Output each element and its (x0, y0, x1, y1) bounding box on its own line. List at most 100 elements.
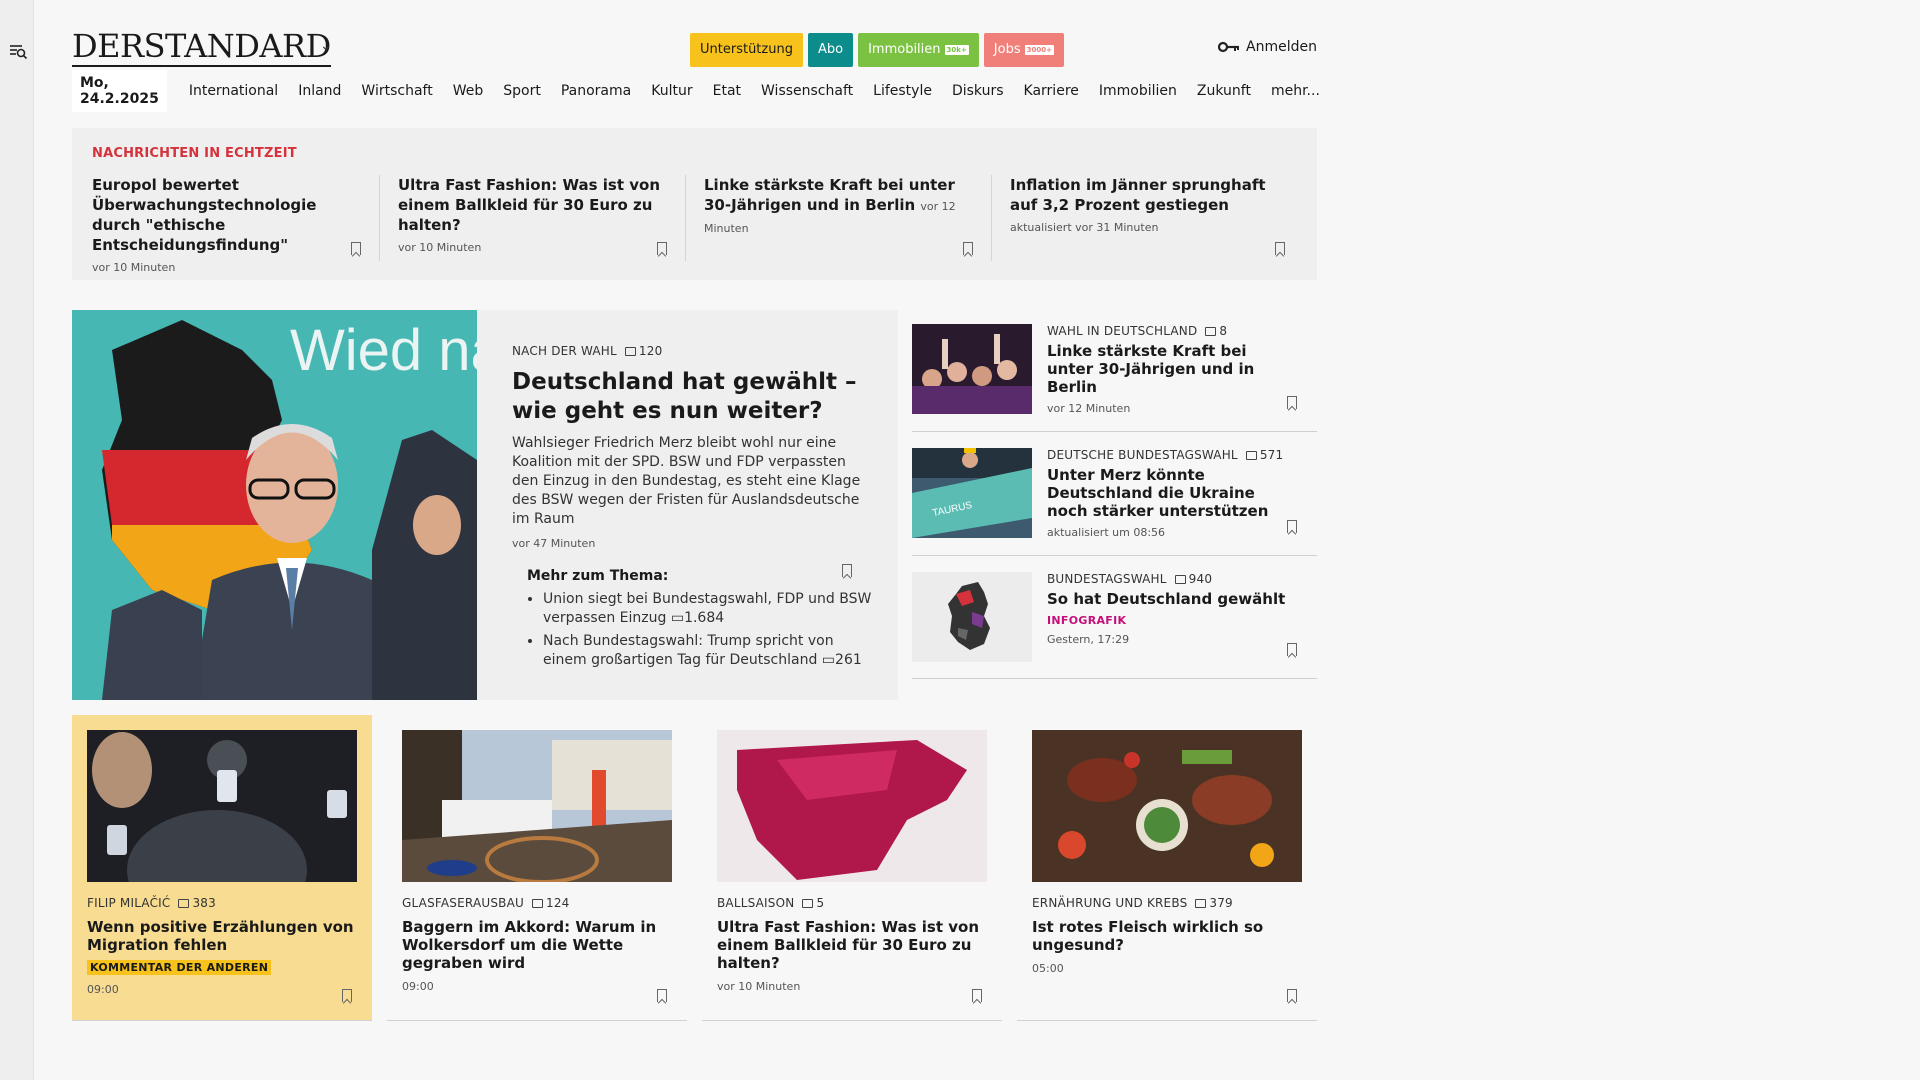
bookmark-icon[interactable] (1275, 242, 1285, 255)
nav-item-wirtschaft[interactable]: Wirtschaft (351, 83, 442, 99)
card-title[interactable]: Baggern im Akkord: Warum in Wolkersdorf … (402, 918, 672, 972)
side-time: vor 12 Minuten (1047, 402, 1131, 415)
ticker-title[interactable]: Inflation im Jänner sprunghaft auf 3,2 P… (1010, 175, 1279, 215)
side-article-image[interactable]: TAURUS (912, 448, 1032, 538)
card-image[interactable] (87, 730, 357, 882)
side-article-image[interactable] (912, 324, 1032, 414)
comment-count[interactable]: ▭261 (822, 652, 862, 668)
immobilien-button[interactable]: Immobilien 30k+ (858, 33, 979, 67)
ticker-item[interactable]: Inflation im Jänner sprunghaft auf 3,2 P… (991, 175, 1297, 261)
ticker-title[interactable]: Europol bewertet Überwachungstechnologie… (92, 175, 361, 255)
nav-item-panorama[interactable]: Panorama (551, 83, 641, 99)
card-kicker-label[interactable]: BALLSAISON (717, 896, 794, 910)
ticker-title-with-time[interactable]: Linke stärkste Kraft bei unter 30-Jährig… (704, 175, 973, 239)
card-title[interactable]: Ultra Fast Fashion: Was ist von einem Ba… (717, 918, 987, 972)
side-article-text: WAHL IN DEUTSCHLAND 8 Linke stärkste Kraf… (1047, 324, 1317, 415)
hero-article[interactable]: Wied nach vorn NACH DER WAHL 120 (72, 310, 898, 700)
comment-count[interactable]: ▭1.684 (671, 610, 724, 626)
ticker-item[interactable]: Europol bewertet Überwachungstechnologie… (92, 175, 379, 274)
side-kicker: DEUTSCHE BUNDESTAGSWAHL 571 (1047, 448, 1287, 462)
side-title[interactable]: So hat Deutschland gewählt (1047, 590, 1287, 608)
side-article[interactable]: BUNDESTAGSWAHL 940 So hat Deutschland gew… (912, 572, 1317, 679)
card-kicker-label[interactable]: ERNÄHRUNG UND KREBS (1032, 896, 1187, 910)
comment-count[interactable]: 940 (1174, 572, 1213, 586)
comment-count-value: 571 (1259, 448, 1284, 462)
immobilien-count-tag: 30k+ (944, 45, 969, 55)
hero-lead[interactable]: Wahlsieger Friedrich Merz bleibt wohl nu… (512, 434, 872, 529)
side-title[interactable]: Linke stärkste Kraft bei unter 30-Jährig… (1047, 342, 1287, 396)
nav-item-sport[interactable]: Sport (493, 83, 551, 99)
card-title[interactable]: Ist rotes Fleisch wirklich so ungesund? (1032, 918, 1302, 954)
side-article-image[interactable] (912, 572, 1032, 662)
card-kicker: GLASFASERAUSBAU 124 (402, 896, 672, 910)
bookmark-icon[interactable] (351, 242, 361, 255)
chevron-down-icon[interactable]: ⌄ (320, 38, 332, 54)
bookmark-icon[interactable] (1287, 520, 1297, 533)
bookmark-icon[interactable] (1287, 396, 1297, 409)
nav-item-web[interactable]: Web (443, 83, 494, 99)
jobs-button[interactable]: Jobs 3000+ (983, 33, 1064, 67)
side-article[interactable]: TAURUS DEUTSCHE BUNDESTAGSWAHL 571 Unter … (912, 448, 1317, 556)
nav-item-diskurs[interactable]: Diskurs (942, 83, 1014, 99)
bookmark-icon[interactable] (842, 564, 852, 577)
nav-item-mehr[interactable]: mehr... (1261, 83, 1330, 99)
nav-item-etat[interactable]: Etat (703, 83, 751, 99)
side-title[interactable]: Unter Merz könnte Deutschland die Ukrain… (1047, 466, 1287, 520)
site-logo[interactable]: DERSTANDARD (72, 28, 331, 67)
ticker-heading[interactable]: NACHRICHTEN IN ECHTZEIT (92, 146, 1297, 161)
card-image[interactable] (1032, 730, 1302, 882)
abo-button[interactable]: Abo (807, 33, 854, 67)
card-image[interactable] (717, 730, 987, 882)
hero-kicker-label[interactable]: NACH DER WAHL (512, 344, 617, 358)
nav-item-immobilien[interactable]: Immobilien (1089, 83, 1187, 99)
side-kicker-label[interactable]: BUNDESTAGSWAHL (1047, 572, 1167, 586)
hero-title[interactable]: Deutschland hat gewählt – wie geht es nu… (512, 368, 872, 426)
bookmark-icon[interactable] (1287, 643, 1297, 656)
article-card[interactable]: FILIP MILAČIĆ 383 Wenn positive Erzählung… (72, 715, 372, 1021)
card-title[interactable]: Wenn positive Erzählungen von Migration … (87, 918, 357, 954)
side-kicker-label[interactable]: DEUTSCHE BUNDESTAGSWAHL (1047, 448, 1238, 462)
ticker-title[interactable]: Linke stärkste Kraft bei unter 30-Jährig… (704, 176, 955, 214)
card-image[interactable] (402, 730, 672, 882)
nav-item-karriere[interactable]: Karriere (1014, 83, 1089, 99)
article-card[interactable]: BALLSAISON 5 Ultra Fast Fashion: Was ist … (702, 715, 1002, 1021)
bookmark-icon[interactable] (342, 989, 352, 1002)
support-button[interactable]: Unterstützung (690, 33, 803, 67)
comment-count[interactable]: 5 (802, 896, 824, 910)
nav-item-zukunft[interactable]: Zukunft (1187, 83, 1261, 99)
nav-item-kultur[interactable]: Kultur (641, 83, 702, 99)
login-button[interactable]: Anmelden (1218, 39, 1317, 55)
bookmark-icon[interactable] (972, 989, 982, 1002)
hero-image[interactable]: Wied nach vorn (72, 310, 477, 700)
ticker-title[interactable]: Ultra Fast Fashion: Was ist von einem Ba… (398, 175, 667, 235)
nav-item-inland[interactable]: Inland (288, 83, 351, 99)
card-kicker-label[interactable]: GLASFASERAUSBAU (402, 896, 524, 910)
ticker-item[interactable]: Linke stärkste Kraft bei unter 30-Jährig… (685, 175, 991, 261)
page: DERSTANDARD ⌄ Unterstützung Abo Immobili… (34, 0, 1920, 1080)
bookmark-icon[interactable] (963, 242, 973, 255)
comment-count[interactable]: 383 (178, 896, 216, 910)
hero-body: NACH DER WAHL 120 Deutschland hat gewähl… (512, 344, 872, 674)
related-title[interactable]: Nach Bundestagswahl: Trump spricht von e… (543, 633, 834, 668)
comment-count[interactable]: 8 (1205, 324, 1227, 338)
article-card[interactable]: GLASFASERAUSBAU 124 Baggern im Akkord: Wa… (387, 715, 687, 1021)
bookmark-icon[interactable] (1287, 989, 1297, 1002)
comment-count[interactable]: 120 (624, 344, 663, 358)
related-item[interactable]: Nach Bundestagswahl: Trump spricht von e… (543, 632, 872, 670)
comment-count[interactable]: 124 (531, 896, 570, 910)
comment-count-value: 261 (835, 652, 862, 668)
ticker-item[interactable]: Ultra Fast Fashion: Was ist von einem Ba… (379, 175, 685, 261)
side-article[interactable]: WAHL IN DEUTSCHLAND 8 Linke stärkste Kraf… (912, 324, 1317, 432)
comment-count[interactable]: 379 (1195, 896, 1233, 910)
article-card[interactable]: ERNÄHRUNG UND KREBS 379 Ist rotes Fleisch… (1017, 715, 1317, 1021)
bookmark-icon[interactable] (657, 989, 667, 1002)
related-item[interactable]: Union siegt bei Bundestagswahl, FDP und … (543, 590, 872, 628)
nav-item-international[interactable]: International (179, 83, 288, 99)
side-kicker-label[interactable]: WAHL IN DEUTSCHLAND (1047, 324, 1197, 338)
nav-item-wissenschaft[interactable]: Wissenschaft (751, 83, 863, 99)
comment-count[interactable]: 571 (1245, 448, 1284, 462)
menu-search-icon[interactable] (9, 42, 29, 62)
bookmark-icon[interactable] (657, 242, 667, 255)
card-kicker-label[interactable]: FILIP MILAČIĆ (87, 896, 170, 910)
nav-item-lifestyle[interactable]: Lifestyle (863, 83, 942, 99)
